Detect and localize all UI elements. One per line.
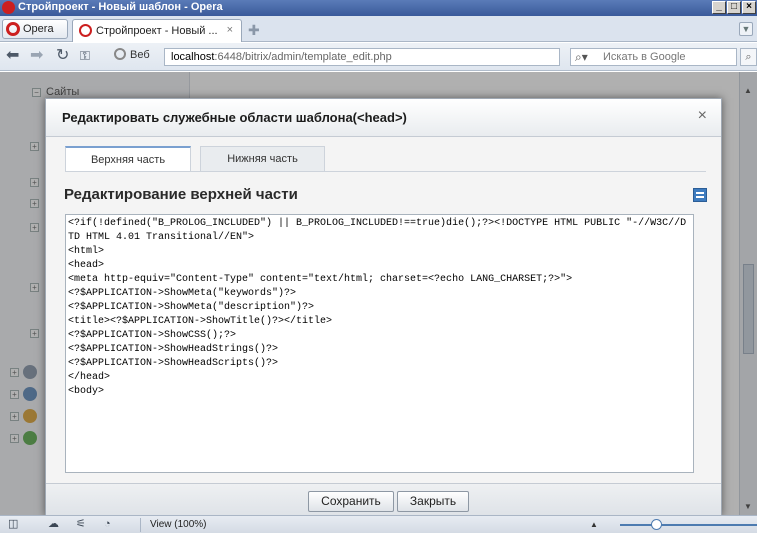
minimize-button[interactable]: _	[712, 1, 726, 14]
zoom-slider[interactable]	[620, 524, 757, 526]
key-icon[interactable]: ⚿	[80, 48, 90, 64]
zoom-status[interactable]: View (100%)	[150, 519, 207, 530]
search-go-icon[interactable]: ⌕	[740, 48, 757, 66]
new-tab-icon[interactable]: ✚	[248, 23, 264, 37]
code-text[interactable]: <?if(!defined("B_PROLOG_INCLUDED") || B_…	[68, 217, 690, 399]
close-window-button[interactable]: ×	[742, 1, 756, 14]
back-arrow-icon[interactable]: ⬅	[6, 48, 19, 64]
opera-logo-icon	[2, 1, 15, 14]
url-input[interactable]: localhost:6448/bitrix/admin/template_edi…	[164, 48, 560, 66]
window-title-bar: Стройпроект - Новый шаблон - Opera _ □ ×	[0, 0, 757, 16]
search-placeholder: Искать в Google	[603, 51, 686, 63]
tab-bottom-part[interactable]: Нижняя часть	[200, 146, 325, 172]
dialog-header: Редактировать служебные области шаблона(…	[46, 99, 721, 137]
forward-arrow-icon[interactable]: ➡	[30, 48, 43, 64]
tab-menu-icon[interactable]: ▼	[739, 22, 753, 36]
url-host: localhost	[171, 51, 215, 63]
tab-label: Стройпроект - Новый ...	[96, 25, 218, 37]
window-title: Стройпроект - Новый шаблон - Opera	[18, 1, 223, 13]
close-button[interactable]: Закрыть	[397, 491, 469, 512]
section-title: Редактирование верхней части	[64, 186, 298, 203]
address-toolbar: ⬅ ➡ ↻ ⚿ Веб localhost:6448/bitrix/admin/…	[0, 43, 757, 71]
web-label: Веб	[130, 49, 150, 61]
maximize-button[interactable]: □	[727, 1, 741, 14]
url-path: :6448/bitrix/admin/template_edit.php	[214, 51, 392, 63]
tab-divider	[66, 171, 706, 172]
panel-toggle-icon[interactable]: ◫	[8, 519, 18, 530]
globe-icon	[114, 48, 126, 60]
share-icon[interactable]: ⚟	[76, 519, 86, 530]
web-security-button[interactable]: Веб	[114, 48, 150, 65]
window-controls: _ □ ×	[712, 1, 756, 14]
site-favicon-icon	[79, 24, 92, 37]
dialog-close-icon[interactable]: ×	[698, 108, 707, 124]
tab-active[interactable]: Стройпроект - Новый ... ×	[72, 19, 242, 42]
code-editor[interactable]: <?if(!defined("B_PROLOG_INCLUDED") || B_…	[65, 214, 694, 473]
status-bar: ◫ ☁ ⚟ ◔ View (100%) ▲	[0, 515, 757, 533]
cloud-icon[interactable]: ☁	[48, 519, 59, 530]
opera-o-icon	[6, 22, 20, 36]
zoom-menu-icon[interactable]: ▲	[590, 520, 598, 529]
dialog-title: Редактировать служебные области шаблона(…	[62, 110, 407, 125]
tab-close-icon[interactable]: ×	[227, 24, 233, 36]
opera-menu-label: Opera	[23, 23, 54, 35]
opera-menu-button[interactable]: Opera	[2, 19, 68, 39]
tab-top-part[interactable]: Верхняя часть	[65, 146, 191, 172]
edit-head-dialog: Редактировать служебные области шаблона(…	[45, 98, 722, 516]
search-engine-icon[interactable]: ⌕▾	[575, 50, 588, 65]
reload-icon[interactable]: ↻	[56, 48, 69, 64]
save-button[interactable]: Сохранить	[308, 491, 394, 512]
search-input[interactable]: ⌕▾ Искать в Google	[570, 48, 737, 66]
zoom-slider-knob[interactable]	[651, 519, 662, 530]
editor-toggle-icon[interactable]	[693, 188, 707, 202]
tab-strip: Opera Стройпроект - Новый ... × ✚ ▼	[0, 16, 757, 42]
status-separator	[140, 518, 141, 532]
speed-icon[interactable]: ◔	[104, 519, 111, 530]
dialog-footer: Сохранить Закрыть	[46, 483, 721, 515]
